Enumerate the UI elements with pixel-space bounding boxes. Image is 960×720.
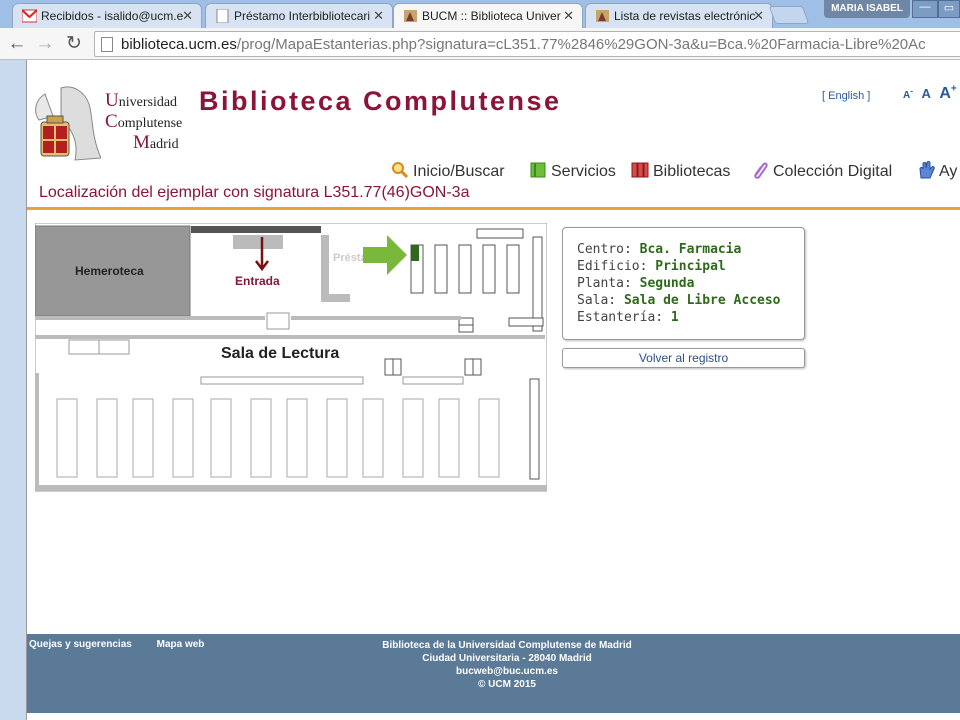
search-icon (392, 162, 409, 179)
gmail-icon (22, 9, 37, 23)
tab-gmail[interactable]: Recibidos - isalido@ucm.e ✕ (12, 3, 202, 28)
address-bar[interactable]: biblioteca.ucm.es/prog/MapaEstanterias.p… (94, 31, 960, 57)
close-tab-icon[interactable]: ✕ (563, 8, 574, 24)
tab-title: Recibidos - isalido@ucm.e (41, 9, 184, 23)
footer-email[interactable]: bucweb@buc.ucm.es (357, 665, 657, 678)
tab-title: Lista de revistas electrónic (614, 9, 756, 23)
nav-label: Bibliotecas (653, 163, 731, 180)
tab-revistas[interactable]: Lista de revistas electrónic ✕ (585, 3, 773, 28)
edificio-value: Principal (655, 259, 726, 274)
edificio-label: Edificio: (577, 259, 648, 274)
close-tab-icon[interactable]: ✕ (753, 8, 764, 24)
tab-title: Préstamo Interbibliotecari (234, 9, 371, 23)
quejas-sugerencias-link[interactable]: Quejas y sugerencias (29, 639, 132, 650)
tab-title: BUCM :: Biblioteca Univer (422, 9, 561, 23)
footer-copyright: © UCM 2015 (478, 679, 536, 690)
target-shelf-marker (411, 245, 419, 261)
wordmark-initial: M (133, 132, 150, 153)
font-decrease-button[interactable]: A- (903, 86, 913, 101)
sala-label: Sala: (577, 293, 617, 308)
page-icon (216, 9, 229, 23)
bucm-icon (404, 10, 417, 22)
url-host: biblioteca.ucm.es (121, 36, 237, 53)
sala-lectura-label: Sala de Lectura (221, 345, 339, 362)
section-divider (27, 207, 960, 210)
font-minus-sign: - (910, 86, 914, 96)
nav-bibliotecas[interactable]: Bibliotecas (631, 161, 730, 181)
browser-viewport: Universidad Complutense Madrid Bibliotec… (0, 60, 960, 720)
footer-line: Ciudad Universitaria - 28040 Madrid (422, 653, 592, 664)
shelf (458, 244, 472, 294)
floor-plan-map: Hemeroteca Entrada Préstamo Sala de Lect… (35, 223, 547, 492)
back-arrow-icon[interactable]: ← (6, 33, 28, 55)
font-normal-button[interactable]: A (921, 86, 930, 101)
wordmark-word: niversidad (118, 95, 178, 110)
tab-prestamo[interactable]: Préstamo Interbibliotecari ✕ (205, 3, 393, 28)
minimize-button[interactable]: — (912, 0, 938, 18)
mapa-web-link[interactable]: Mapa web (157, 639, 205, 650)
hand-icon (919, 161, 935, 179)
site-title[interactable]: Biblioteca Complutense (199, 86, 562, 117)
estanteria-label: Estantería: (577, 310, 664, 325)
shelf (434, 244, 448, 294)
planta-label: Planta: (577, 276, 632, 291)
bucm-icon (596, 10, 609, 22)
nav-coleccion-digital[interactable]: Colección Digital (751, 161, 892, 181)
footer-links: Quejas y sugerencias Mapa web (29, 639, 226, 650)
font-large-label: A (939, 85, 951, 103)
wordmark-initial: U (105, 90, 119, 111)
location-title: Localización del ejemplar con signatura … (39, 184, 470, 201)
url-path: /prog/MapaEstanterias.php?signatura=cL35… (236, 36, 926, 53)
tab-bucm-active[interactable]: BUCM :: Biblioteca Univer ✕ (393, 3, 583, 28)
centro-label: Centro: (577, 242, 632, 257)
wordmark-word: adrid (149, 137, 179, 152)
book-icon (530, 162, 546, 178)
reload-icon[interactable]: ↻ (63, 33, 85, 55)
footer-line: Biblioteca de la Universidad Complutense… (382, 640, 632, 651)
hemeroteca-label: Hemeroteca (75, 264, 144, 278)
shelf (506, 244, 520, 294)
library-icon (631, 162, 649, 178)
nav-inicio-buscar[interactable]: Inicio/Buscar (391, 161, 505, 181)
profile-badge[interactable]: MARIA ISABEL (824, 0, 910, 18)
location-info-box: Centro: Bca. Farmacia Edificio: Principa… (562, 227, 805, 340)
web-page: Universidad Complutense Madrid Bibliotec… (26, 60, 960, 720)
wordmark-initial: C (105, 111, 118, 132)
font-plus-sign: + (950, 84, 957, 95)
back-to-record-button[interactable]: Volver al registro (562, 348, 805, 368)
site-footer: Quejas y sugerencias Mapa web Biblioteca… (27, 634, 960, 713)
wordmark-word: omplutense (117, 116, 183, 131)
maximize-button[interactable]: ▭ (938, 0, 960, 18)
sala-value: Sala de Libre Acceso (623, 293, 781, 308)
footer-address: Biblioteca de la Universidad Complutense… (357, 639, 657, 691)
clip-icon (754, 162, 768, 179)
ucm-crest-logo[interactable] (31, 82, 101, 162)
planta-value: Segunda (639, 276, 695, 291)
ucm-wordmark: Universidad Complutense Madrid (105, 91, 182, 154)
forward-arrow-icon[interactable]: → (34, 33, 56, 55)
entrada-label: Entrada (235, 274, 280, 288)
centro-value: Bca. Farmacia (639, 242, 742, 257)
close-tab-icon[interactable]: ✕ (182, 8, 193, 24)
nav-label: Ay (939, 163, 958, 180)
nav-ayuda[interactable]: Ay (917, 161, 957, 181)
nav-label: Colección Digital (773, 163, 893, 180)
english-link[interactable]: [ English ] (822, 90, 870, 102)
close-tab-icon[interactable]: ✕ (373, 8, 384, 24)
font-increase-button[interactable]: A+ (939, 84, 957, 103)
font-size-controls: A- A A+ (903, 84, 957, 103)
nav-label: Servicios (551, 163, 616, 180)
page-info-icon (101, 37, 113, 52)
estanteria-value: 1 (670, 310, 679, 325)
browser-toolbar: ← → ↻ biblioteca.ucm.es/prog/MapaEstante… (0, 28, 960, 60)
nav-servicios[interactable]: Servicios (529, 161, 616, 181)
nav-label: Inicio/Buscar (413, 163, 505, 180)
browser-tab-strip: Recibidos - isalido@ucm.e ✕ Préstamo Int… (0, 0, 960, 28)
shelf (482, 244, 496, 294)
new-tab-button[interactable] (768, 6, 810, 24)
